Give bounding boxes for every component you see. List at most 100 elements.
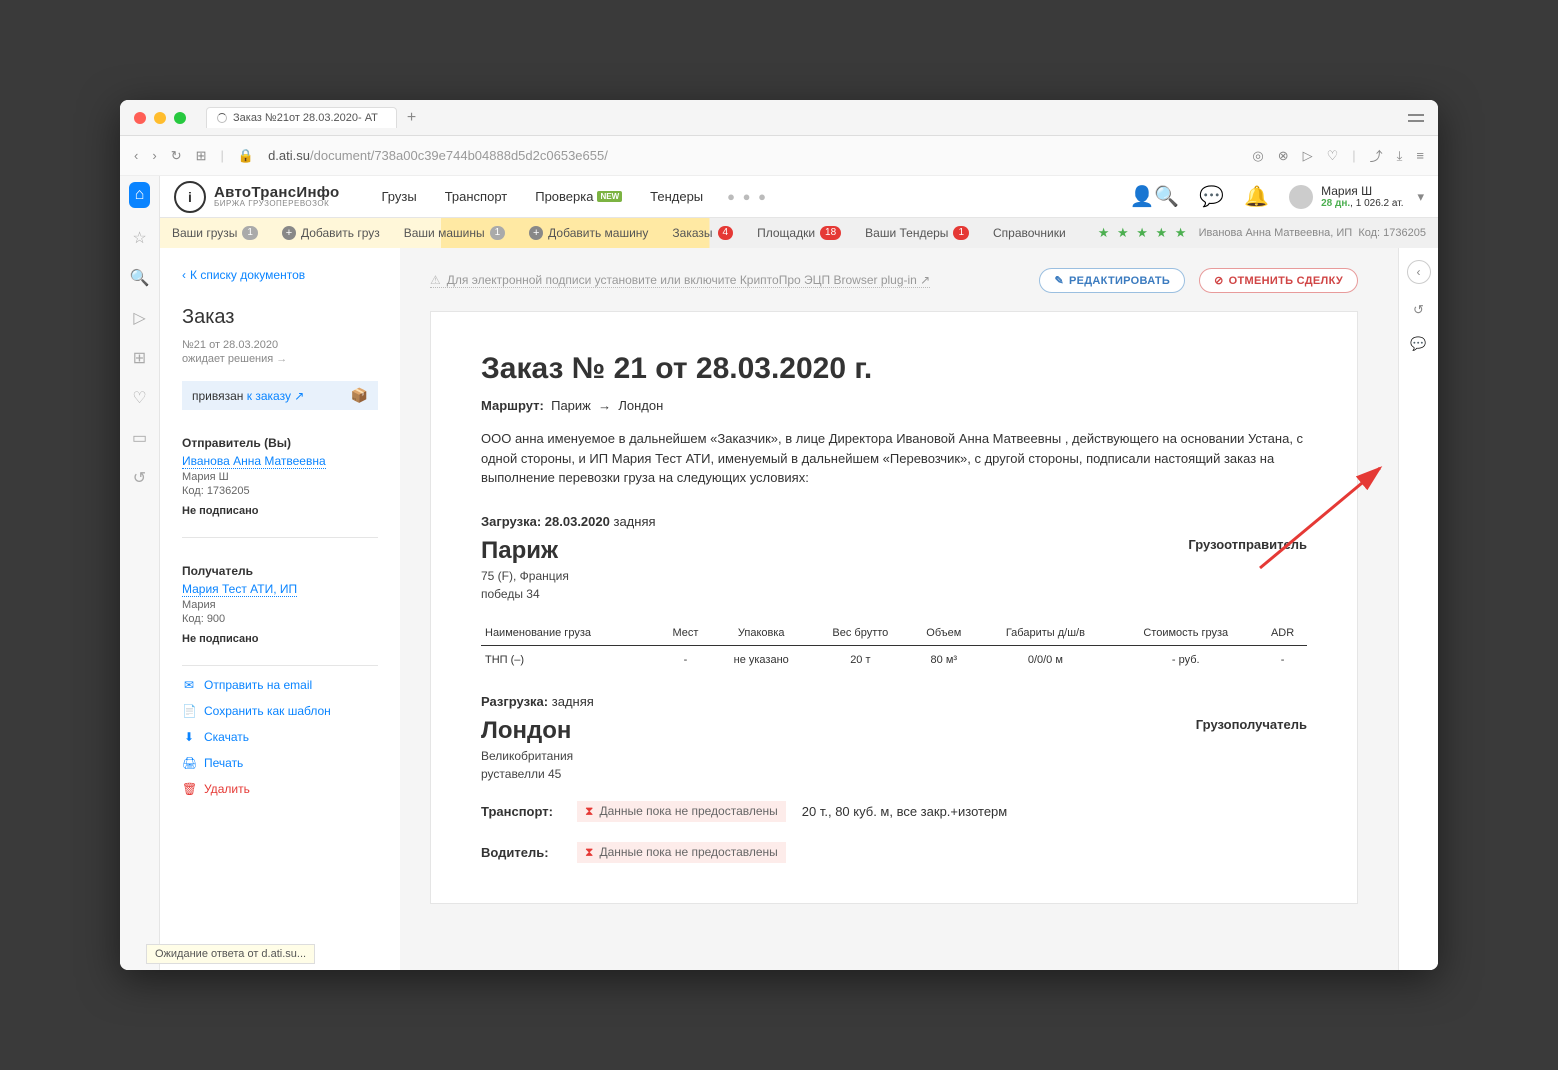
table-row: ТНП (–) - не указано 20 т 80 м³ 0/0/0 м … — [481, 645, 1307, 674]
nav-cargo[interactable]: Грузы — [368, 189, 431, 204]
note-icon[interactable]: ▭ — [132, 428, 147, 448]
apps-icon[interactable]: ⊞ — [133, 348, 146, 368]
document-content: Заказ № 21 от 28.03.2020 г. Маршрут: Пар… — [430, 311, 1358, 904]
user-days: 28 дн. — [1321, 198, 1350, 209]
spinner-icon — [217, 113, 227, 123]
recipient-code: Код: 900 — [182, 613, 378, 625]
logo-text[interactable]: АвтоТрансИнфо БИРЖА ГРУЗОПЕРЕВОЗОК — [214, 185, 340, 208]
nav-check[interactable]: Проверка NEW — [521, 189, 636, 204]
action-download[interactable]: ⬇Скачать — [182, 730, 378, 744]
menu-icon[interactable] — [1408, 114, 1424, 122]
trash-icon: 🗑 — [182, 782, 196, 796]
pencil-icon: ✎ — [1054, 274, 1064, 287]
subnav-your-trucks[interactable]: Ваши машины1 — [392, 218, 517, 248]
home-icon[interactable]: ⌂ — [129, 182, 151, 208]
share-icon[interactable]: ⤴ — [1370, 146, 1383, 165]
back-to-list[interactable]: ‹ К списку документов — [182, 268, 378, 282]
download-icon[interactable]: ⤓ — [1397, 148, 1403, 164]
chat-icon[interactable]: 💬 — [1189, 184, 1234, 209]
recipient-label: Получатель — [182, 564, 378, 578]
transport-spec: 20 т., 80 куб. м, все закр.+изотерм — [802, 804, 1007, 819]
search-nav-icon[interactable]: 👤🔍 — [1119, 184, 1189, 209]
window-controls[interactable] — [134, 112, 186, 124]
action-delete[interactable]: 🗑Удалить — [182, 782, 378, 796]
new-tab-button[interactable]: + — [407, 109, 416, 127]
search-icon[interactable]: 🔍 — [130, 268, 150, 288]
shield-icon[interactable]: ⊗ — [1278, 148, 1289, 164]
order-status: ожидает решения → — [182, 353, 378, 365]
linked-order[interactable]: привязан к заказу ↗ 📦 — [182, 381, 378, 410]
history-icon[interactable]: ↺ — [133, 468, 146, 488]
close-icon[interactable] — [134, 112, 146, 124]
nav-tenders[interactable]: Тендеры — [636, 189, 717, 204]
subnav-add-truck[interactable]: +Добавить машину — [517, 218, 660, 248]
logo-icon[interactable]: i — [174, 181, 206, 213]
history-panel-icon[interactable]: ↺ — [1413, 302, 1424, 318]
plus-icon: + — [529, 226, 543, 240]
transport-row: Транспорт: ⧗Данные пока не предоставлены… — [481, 801, 1307, 822]
edit-button[interactable]: ✎РЕДАКТИРОВАТЬ — [1039, 268, 1185, 293]
loading-info: Загрузка: 28.03.2020 задняя — [481, 514, 1307, 529]
package-icon: 📦 — [351, 387, 368, 404]
action-template[interactable]: 📄Сохранить как шаблон — [182, 704, 378, 718]
doc-title: Заказ № 21 от 28.03.2020 г. — [481, 352, 1307, 386]
hourglass-icon: ⧗ — [585, 804, 593, 819]
subnav-orders[interactable]: Заказы4 — [660, 218, 745, 248]
nav-transport[interactable]: Транспорт — [431, 189, 522, 204]
back-icon[interactable]: ‹ — [134, 148, 138, 163]
sender-name[interactable]: Иванова Анна Матвеевна — [182, 454, 326, 469]
collapse-icon[interactable]: ‹ — [1407, 260, 1431, 284]
recipient-contact: Мария — [182, 599, 378, 611]
reload-icon[interactable]: ↻ — [171, 148, 182, 164]
sender-code: Код: 1736205 — [182, 485, 378, 497]
status-tooltip: Ожидание ответа от d.ati.su... — [146, 944, 315, 964]
zoom-icon[interactable] — [174, 112, 186, 124]
avatar-icon — [1289, 185, 1313, 209]
subnav-your-cargo[interactable]: Ваши грузы1 — [160, 218, 270, 248]
document-sidebar: ‹ К списку документов Заказ №21 от 28.03… — [160, 248, 400, 970]
star-outline-icon[interactable]: ☆ — [132, 228, 146, 248]
loading-addr1: 75 (F), Франция — [481, 569, 569, 583]
tab-title: Заказ №21от 28.03.2020- АТ — [233, 112, 378, 124]
loading-city: Париж — [481, 537, 569, 565]
subnav-add-cargo[interactable]: +Добавить груз — [270, 218, 392, 248]
route: Маршрут: Париж → Лондон — [481, 398, 1307, 413]
minimize-icon[interactable] — [154, 112, 166, 124]
bars-icon[interactable]: ≡ — [1416, 148, 1424, 163]
forward-icon[interactable]: › — [152, 148, 156, 163]
user-balance: 1 026.2 ат. — [1356, 198, 1404, 209]
bell-icon[interactable]: 🔔 — [1234, 184, 1279, 209]
url-bar: ‹ › ↻ ⊞ | 🔒 d.ati.su/document/738a00c39e… — [120, 136, 1438, 176]
nav-more[interactable]: ● ● ● — [717, 189, 778, 204]
document-area: ⚠ Для электронной подписи установите или… — [400, 248, 1398, 970]
plus-icon: + — [282, 226, 296, 240]
heart-icon[interactable]: ♡ — [1327, 148, 1339, 164]
browser-tab[interactable]: Заказ №21от 28.03.2020- АТ — [206, 107, 397, 128]
print-icon: 🖨 — [182, 756, 196, 770]
consignee-label: Грузополучатель — [1196, 717, 1307, 732]
grid-icon[interactable]: ⊞ — [196, 148, 207, 164]
cancel-deal-button[interactable]: ⊘ОТМЕНИТЬ СДЕЛКУ — [1199, 268, 1358, 293]
play-icon[interactable]: ▷ — [1303, 148, 1313, 164]
recipient-name[interactable]: Мария Тест АТИ, ИП — [182, 582, 297, 597]
heart-outline-icon[interactable]: ♡ — [132, 388, 146, 408]
subnav-your-tenders[interactable]: Ваши Тендеры1 — [853, 218, 981, 248]
url-text[interactable]: d.ati.su/document/738a00c39e744b04888d5d… — [268, 148, 608, 163]
send-icon[interactable]: ▷ — [133, 308, 145, 328]
sender-contact: Мария Ш — [182, 471, 378, 483]
driver-row: Водитель: ⧗Данные пока не предоставлены — [481, 842, 1307, 863]
sender-sign-status: Не подписано — [182, 505, 378, 517]
prohibit-icon: ⊘ — [1214, 274, 1224, 287]
user-menu[interactable]: Мария Ш 28 дн., 1 026.2 ат. ▾ — [1279, 184, 1424, 209]
action-print[interactable]: 🖨Печать — [182, 756, 378, 770]
chevron-down-icon: ▾ — [1417, 189, 1424, 205]
sender-label: Отправитель (Вы) — [182, 436, 378, 450]
crypto-alert[interactable]: ⚠ Для электронной подписи установите или… — [430, 273, 930, 288]
chat-panel-icon[interactable]: 💬 — [1410, 336, 1426, 352]
mail-icon: ✉ — [182, 678, 196, 692]
action-email[interactable]: ✉Отправить на email — [182, 678, 378, 692]
unloading-city: Лондон — [481, 717, 573, 745]
subnav-refs[interactable]: Справочники — [981, 218, 1078, 248]
subnav-platforms[interactable]: Площадки18 — [745, 218, 853, 248]
camera-icon[interactable]: ◎ — [1252, 148, 1263, 164]
